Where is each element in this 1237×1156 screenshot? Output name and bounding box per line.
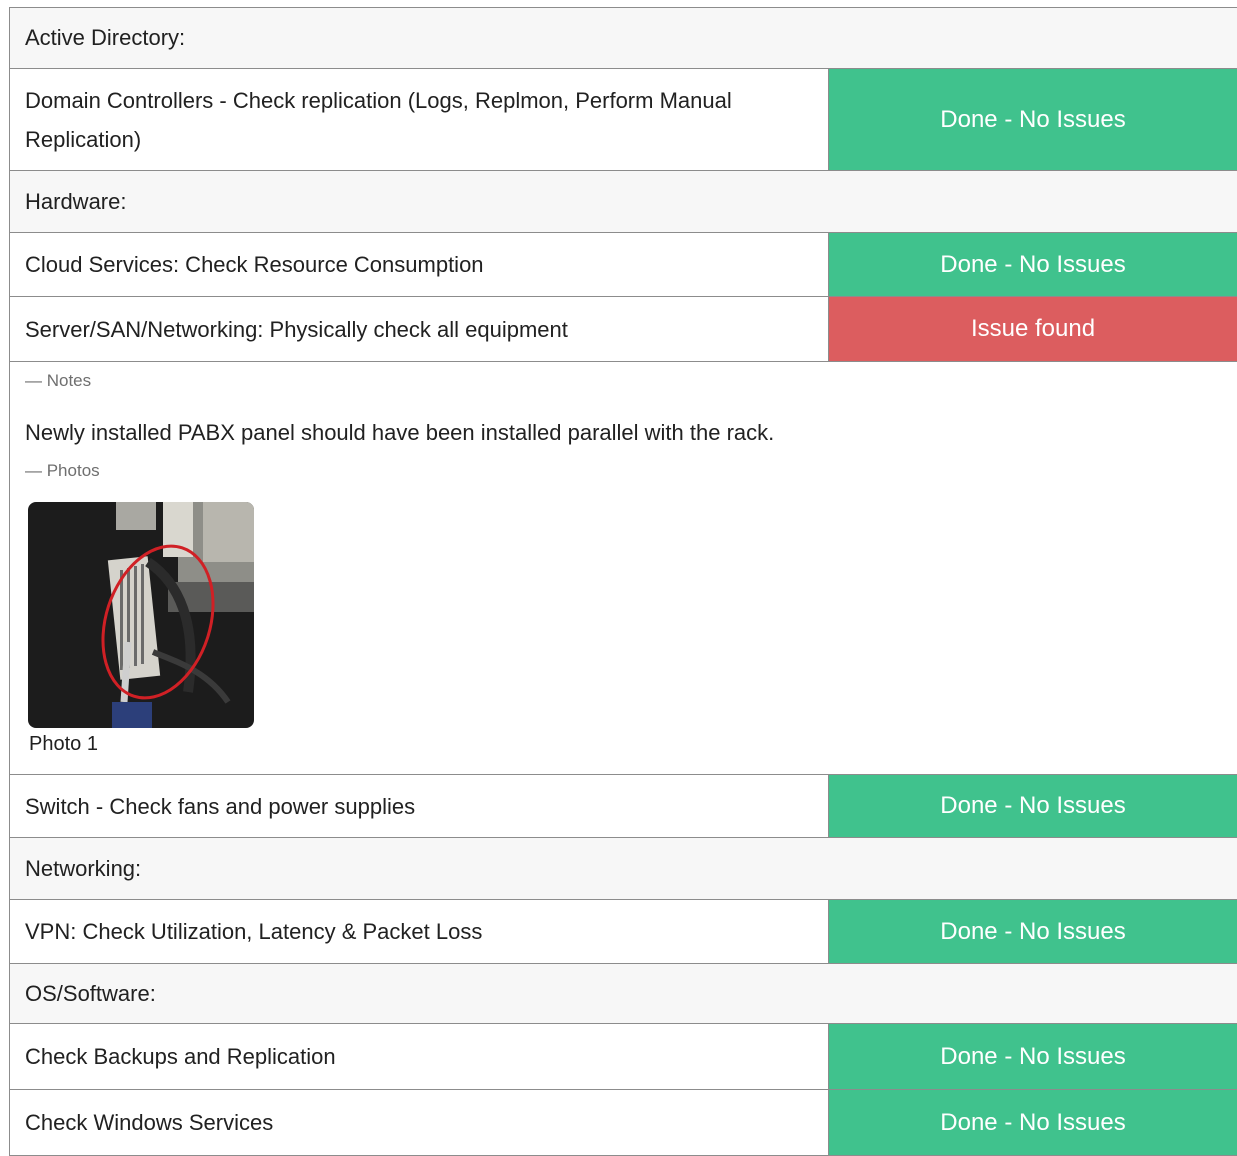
- status-badge: Issue found: [829, 297, 1237, 361]
- checklist-report: Active Directory: Domain Controllers - C…: [9, 7, 1237, 1156]
- section-networking: Networking:: [9, 838, 1237, 900]
- item-label: Server/SAN/Networking: Physically check …: [10, 297, 829, 361]
- status-badge: Done - No Issues: [829, 900, 1237, 963]
- item-label: Switch - Check fans and power supplies: [10, 775, 829, 837]
- item-label: Check Windows Services: [10, 1090, 829, 1155]
- photo-thumbnail[interactable]: [28, 502, 254, 728]
- checklist-item-dc-replication: Domain Controllers - Check replication (…: [9, 69, 1237, 171]
- item-label: Cloud Services: Check Resource Consumpti…: [10, 233, 829, 296]
- section-hardware: Hardware:: [9, 171, 1237, 233]
- item-label: Domain Controllers - Check replication (…: [10, 69, 829, 170]
- section-title: OS/Software:: [25, 980, 156, 1006]
- checklist-item-switch: Switch - Check fans and power supplies D…: [9, 775, 1237, 838]
- section-active-directory: Active Directory:: [9, 7, 1237, 69]
- checklist-item-cloud-services: Cloud Services: Check Resource Consumpti…: [9, 233, 1237, 297]
- photo-image: [28, 502, 254, 728]
- checklist-item-server-san: Server/SAN/Networking: Physically check …: [9, 297, 1237, 362]
- status-badge: Done - No Issues: [829, 69, 1237, 170]
- status-badge: Done - No Issues: [829, 233, 1237, 296]
- item-label: Check Backups and Replication: [10, 1024, 829, 1089]
- photos-heading: — Photos: [25, 461, 100, 480]
- checklist-item-vpn: VPN: Check Utilization, Latency & Packet…: [9, 900, 1237, 964]
- item-details-server-san: — Notes Newly installed PABX panel shoul…: [9, 362, 1237, 775]
- notes-text: Newly installed PABX panel should have b…: [25, 420, 775, 445]
- section-title: Networking:: [25, 855, 142, 881]
- checklist-item-backups: Check Backups and Replication Done - No …: [9, 1024, 1237, 1090]
- item-label: VPN: Check Utilization, Latency & Packet…: [10, 900, 829, 963]
- notes-heading: — Notes: [25, 371, 92, 390]
- status-badge: Done - No Issues: [829, 775, 1237, 837]
- checklist-item-windows-services: Check Windows Services Done - No Issues: [9, 1090, 1237, 1156]
- status-badge: Done - No Issues: [829, 1090, 1237, 1155]
- section-title: Hardware:: [25, 188, 127, 214]
- photo-caption: Photo 1: [29, 733, 98, 755]
- section-os-software: OS/Software:: [9, 964, 1237, 1024]
- status-badge: Done - No Issues: [829, 1024, 1237, 1089]
- section-title: Active Directory:: [25, 25, 186, 50]
